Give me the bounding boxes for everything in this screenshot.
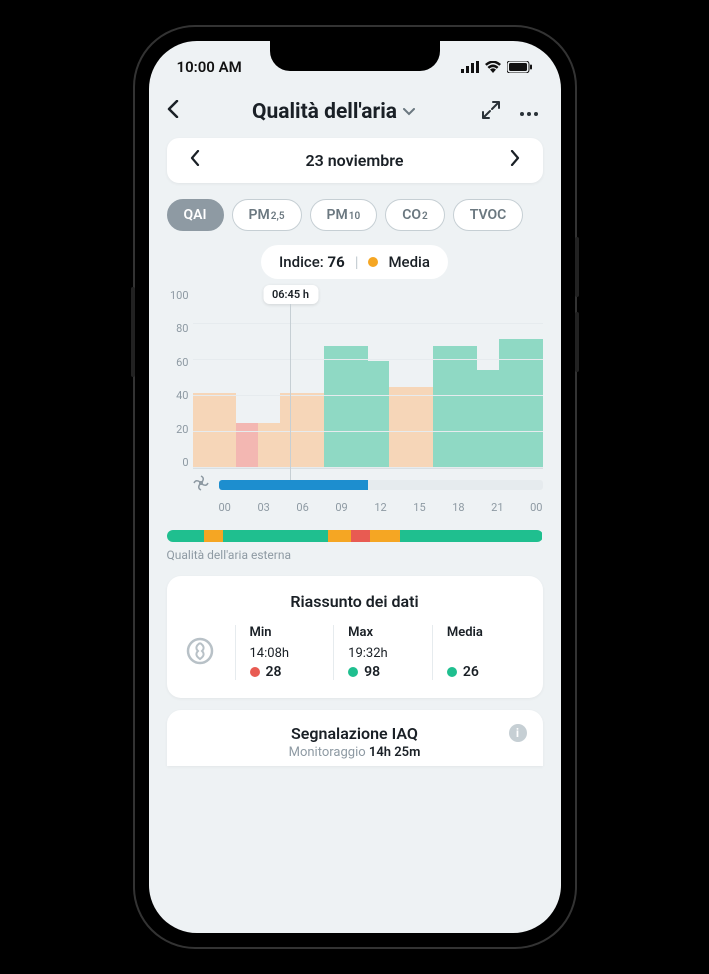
metric-chips: QAIPM2,5PM10CO2TVOC bbox=[167, 199, 543, 231]
summary-card: Riassunto dei dati Min 14:08h 28 Max 19:… bbox=[167, 576, 543, 698]
signal-icon bbox=[461, 61, 479, 73]
index-badge: Indice: 76 | Media bbox=[261, 245, 448, 279]
prev-day-button[interactable] bbox=[185, 150, 205, 171]
expand-button[interactable] bbox=[477, 100, 505, 124]
iaq-chart[interactable]: 100806040200 06:45 h 000306091215182100 bbox=[167, 289, 543, 514]
summary-metric-icon bbox=[185, 636, 229, 670]
status-dot-icon bbox=[368, 257, 378, 267]
summary-max: Max 19:32h 98 bbox=[333, 625, 426, 680]
outdoor-quality-label: Qualità dell'aria esterna bbox=[167, 548, 543, 562]
fan-activity-bar bbox=[219, 480, 543, 490]
wifi-icon bbox=[485, 61, 501, 73]
chip-qai[interactable]: QAI bbox=[167, 199, 224, 231]
battery-icon bbox=[507, 61, 533, 73]
chevron-down-icon bbox=[403, 104, 415, 120]
chart-tooltip: 06:45 h bbox=[263, 285, 318, 304]
header: Qualità dell'aria bbox=[167, 93, 543, 138]
info-icon[interactable]: i bbox=[509, 724, 527, 742]
more-button[interactable] bbox=[515, 102, 543, 121]
selected-date: 23 noviembre bbox=[305, 151, 403, 170]
chip-tvoc[interactable]: TVOC bbox=[453, 199, 524, 231]
iaq-report-card[interactable]: i Segnalazione IAQ Monitoraggio 14h 25m bbox=[167, 710, 543, 766]
chip-co2[interactable]: CO2 bbox=[385, 199, 445, 231]
chip-pm2,5[interactable]: PM2,5 bbox=[232, 199, 302, 231]
date-selector: 23 noviembre bbox=[167, 138, 543, 183]
summary-min: Min 14:08h 28 bbox=[235, 625, 328, 680]
title-dropdown[interactable]: Qualità dell'aria bbox=[201, 100, 467, 124]
next-day-button[interactable] bbox=[505, 150, 525, 171]
outdoor-quality-bar bbox=[167, 530, 543, 542]
back-button[interactable] bbox=[167, 99, 191, 124]
summary-avg: Media 26 bbox=[432, 625, 525, 680]
status-time: 10:00 AM bbox=[177, 58, 242, 76]
chip-pm10[interactable]: PM10 bbox=[310, 199, 378, 231]
summary-title: Riassunto dei dati bbox=[185, 592, 525, 611]
fan-icon bbox=[193, 475, 213, 495]
page-title: Qualità dell'aria bbox=[252, 100, 397, 124]
